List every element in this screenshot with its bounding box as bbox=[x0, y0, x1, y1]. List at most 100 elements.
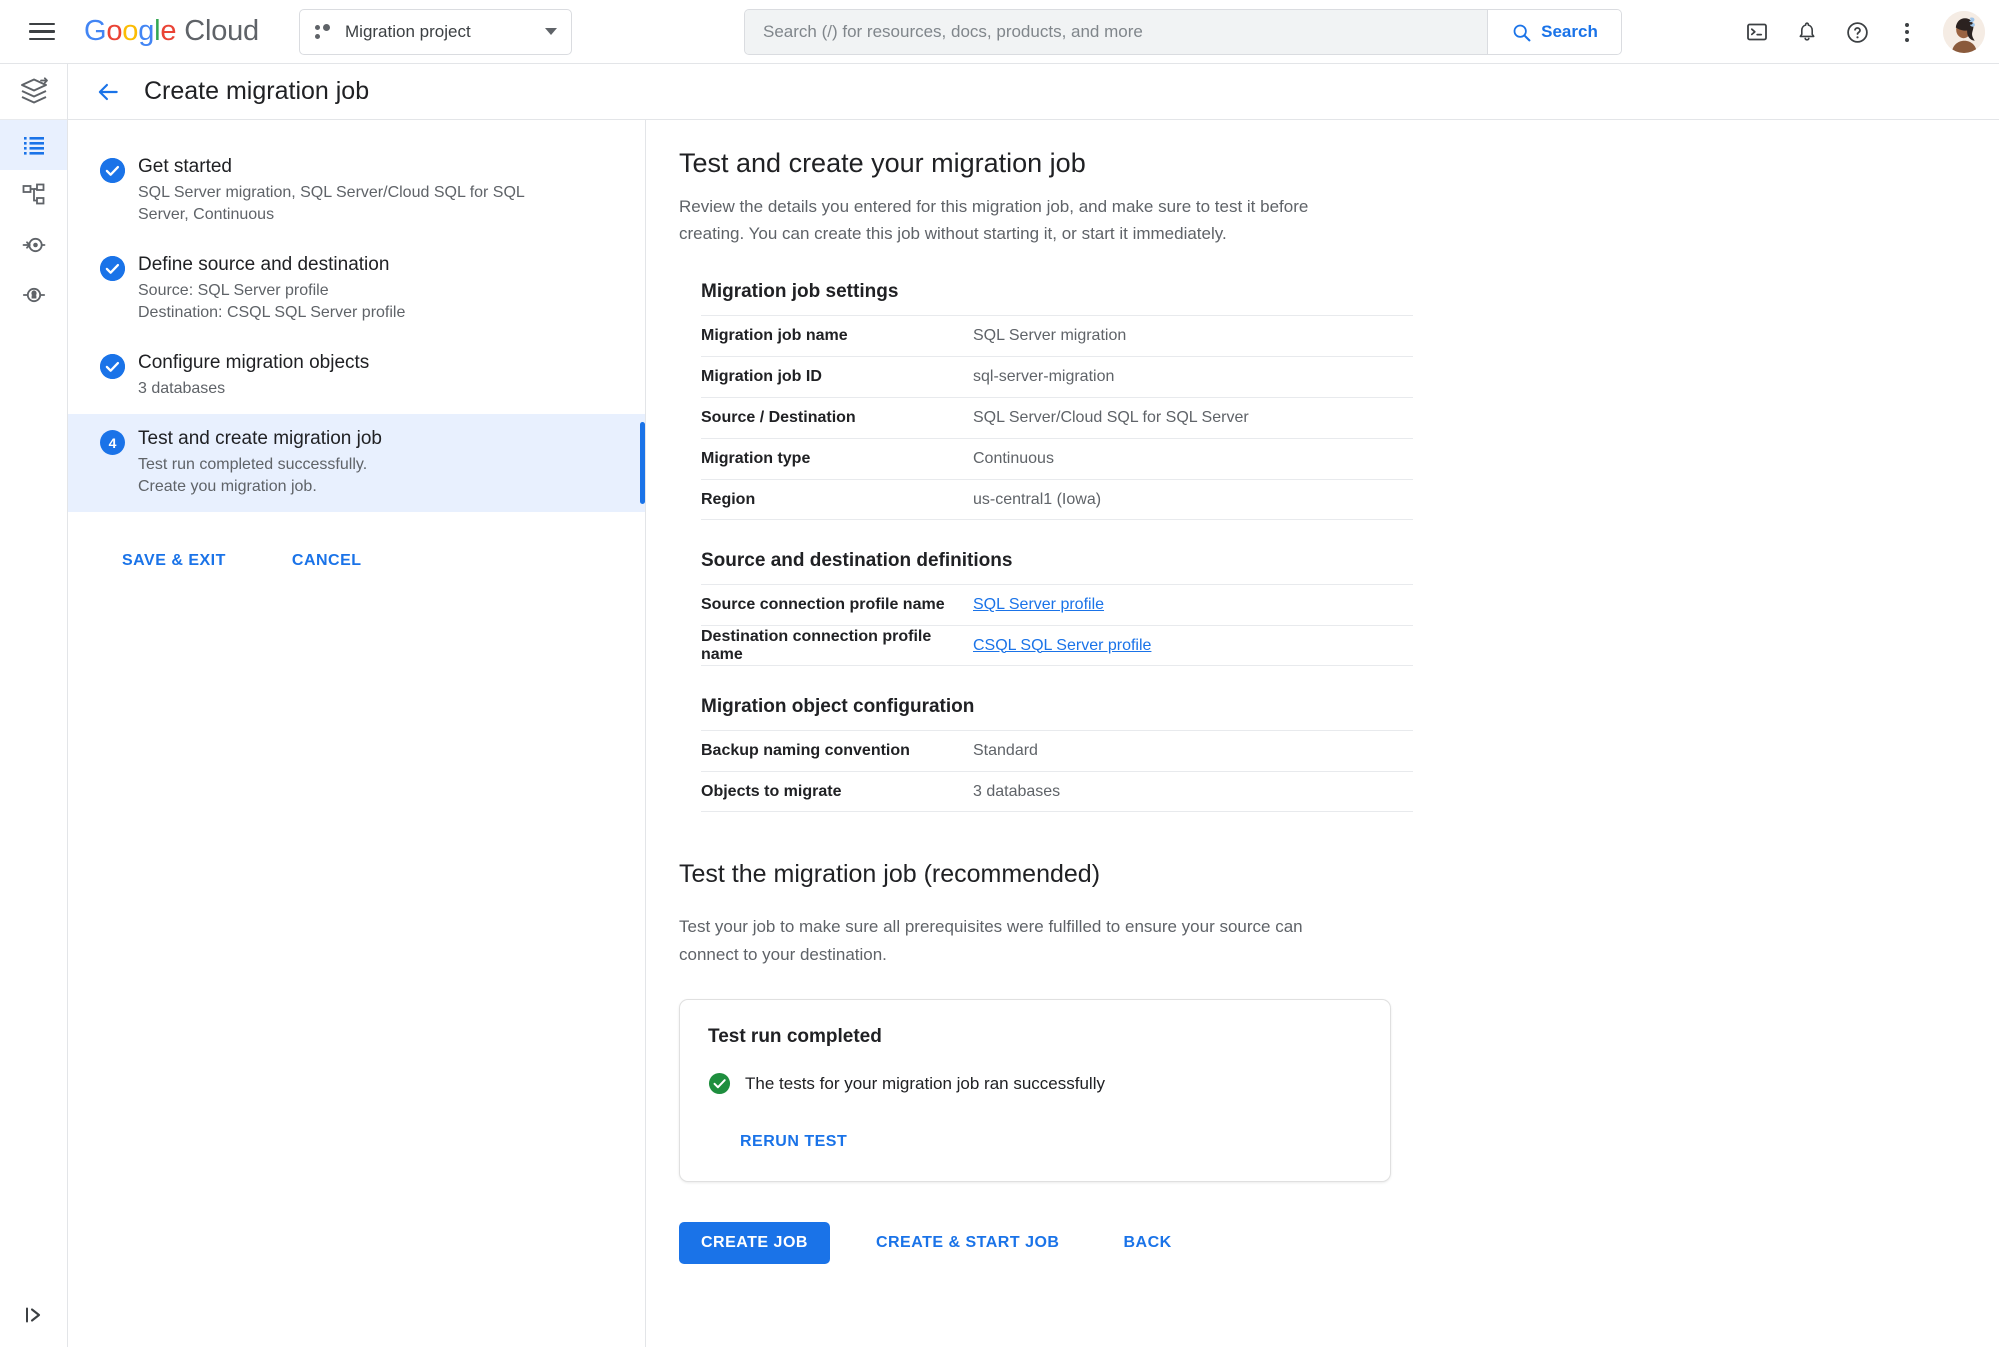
row-value: Standard bbox=[973, 742, 1038, 759]
more-options-button[interactable] bbox=[1885, 10, 1929, 54]
step-complete-check-icon bbox=[100, 158, 125, 183]
cloud-shell-button[interactable] bbox=[1735, 10, 1779, 54]
sidebar-item-connection-profiles[interactable] bbox=[0, 170, 67, 220]
section-source-destination-definitions: Source and destination definitions Sourc… bbox=[701, 550, 1413, 666]
wizard-step-define-source-destination[interactable]: Define source and destination Source: SQ… bbox=[68, 240, 645, 338]
row-key: Migration job name bbox=[701, 327, 848, 344]
row-key: Source / Destination bbox=[701, 409, 856, 426]
product-logo bbox=[0, 64, 67, 120]
row-key: Migration job ID bbox=[701, 368, 822, 385]
row-key: Destination connection profile name bbox=[701, 627, 932, 663]
cancel-button[interactable]: CANCEL bbox=[292, 552, 362, 570]
test-card-title: Test run completed bbox=[708, 1026, 882, 1047]
table-row: Migration type Continuous bbox=[701, 438, 1413, 479]
page-title: Create migration job bbox=[144, 77, 370, 105]
back-arrow-icon bbox=[98, 83, 118, 100]
project-icon bbox=[314, 22, 334, 42]
expand-nav-button[interactable] bbox=[0, 1293, 68, 1337]
database-migration-service-icon bbox=[20, 76, 48, 103]
row-key: Source connection profile name bbox=[701, 596, 945, 613]
row-value: us-central1 (Iowa) bbox=[973, 490, 1102, 508]
wizard-step-test-and-create[interactable]: 4 Test and create migration job Test run… bbox=[68, 414, 645, 512]
google-cloud-logo[interactable]: Google Cloud bbox=[84, 15, 259, 48]
step-complete-check-icon bbox=[100, 354, 125, 379]
save-and-exit-button[interactable]: SAVE & EXIT bbox=[122, 552, 226, 570]
connection-profiles-icon bbox=[22, 183, 44, 205]
row-key: Backup naming convention bbox=[701, 742, 910, 759]
menu-line bbox=[29, 22, 55, 26]
menu-line bbox=[29, 30, 55, 33]
step-title: Get started bbox=[138, 156, 232, 177]
rerun-test-button[interactable]: RERUN TEST bbox=[740, 1133, 847, 1151]
table-row: Objects to migrate 3 databases bbox=[701, 771, 1413, 812]
check-circle-icon bbox=[708, 1072, 731, 1095]
step-title: Define source and destination bbox=[138, 254, 390, 275]
back-button[interactable] bbox=[90, 74, 126, 110]
wizard-step-get-started[interactable]: Get started SQL Server migration, SQL Se… bbox=[68, 142, 645, 240]
chevron-down-icon bbox=[545, 28, 557, 35]
avatar-image bbox=[1943, 11, 1985, 53]
row-key: Region bbox=[701, 490, 756, 508]
step-complete-check-icon bbox=[100, 256, 125, 281]
product-nav-rail bbox=[0, 64, 68, 1347]
create-and-start-job-button[interactable]: CREATE & START JOB bbox=[854, 1222, 1082, 1264]
main-content: Test and create your migration job Revie… bbox=[646, 120, 1999, 1347]
table-row: Migration job ID sql-server-migration bbox=[701, 356, 1413, 397]
search-icon bbox=[1513, 24, 1531, 41]
sidebar-item-private-connectivity[interactable] bbox=[0, 220, 67, 270]
table-row: Source connection profile name SQL Serve… bbox=[701, 584, 1413, 625]
step-subtitle: 3 databases bbox=[138, 380, 226, 397]
create-job-button[interactable]: CREATE JOB bbox=[679, 1222, 830, 1264]
help-button[interactable] bbox=[1835, 10, 1879, 54]
table-row: Region us-central1 (Iowa) bbox=[701, 479, 1413, 520]
test-section-heading: Test the migration job (recommended) bbox=[679, 860, 1101, 888]
help-circle-icon bbox=[1846, 21, 1868, 43]
top-app-bar: Google Cloud Migration project Search bbox=[0, 0, 1999, 64]
section-migration-object-configuration: Migration object configuration Backup na… bbox=[701, 696, 1413, 812]
test-status-message: The tests for your migration job ran suc… bbox=[745, 1073, 1105, 1093]
step-subtitle: Test run completed successfully. Create … bbox=[138, 456, 368, 495]
search-button-label: Search bbox=[1541, 22, 1598, 41]
main-action-buttons: CREATE JOB CREATE & START JOB BACK bbox=[679, 1222, 1999, 1264]
notifications-bell-icon bbox=[1799, 22, 1815, 41]
private-connectivity-icon bbox=[22, 237, 45, 253]
menu-icon[interactable] bbox=[14, 0, 70, 64]
step-subtitle: SQL Server migration, SQL Server/Cloud S… bbox=[138, 184, 525, 223]
row-key: Objects to migrate bbox=[701, 782, 842, 800]
row-value: Continuous bbox=[973, 450, 1054, 467]
wizard-step-configure-migration-objects[interactable]: Configure migration objects 3 databases bbox=[68, 338, 645, 414]
section-title: Source and destination definitions bbox=[701, 550, 1013, 571]
table-row: Backup naming convention Standard bbox=[701, 730, 1413, 771]
search-bar[interactable]: Search bbox=[744, 9, 1622, 55]
menu-line bbox=[29, 37, 55, 41]
migration-jobs-list-icon bbox=[23, 137, 44, 155]
destination-connection-profile-link[interactable]: CSQL SQL Server profile bbox=[973, 637, 1151, 654]
conversion-workspace-icon bbox=[22, 287, 45, 303]
step-title: Test and create migration job bbox=[138, 428, 382, 449]
row-key: Migration type bbox=[701, 450, 811, 467]
wizard-panel-actions: SAVE & EXIT CANCEL bbox=[68, 552, 645, 570]
cloud-shell-icon bbox=[1747, 23, 1767, 41]
back-button-main[interactable]: BACK bbox=[1101, 1222, 1193, 1264]
rerun-test-wrapper: RERUN TEST bbox=[740, 1133, 1362, 1151]
wizard-step-panel: Get started SQL Server migration, SQL Se… bbox=[68, 120, 646, 1347]
row-value: SQL Server profile bbox=[973, 596, 1104, 614]
notifications-button[interactable] bbox=[1785, 10, 1829, 54]
search-input[interactable] bbox=[745, 10, 1487, 54]
search-button[interactable]: Search bbox=[1487, 10, 1621, 54]
section-title: Migration job settings bbox=[701, 281, 899, 302]
sidebar-item-conversion-workspaces[interactable] bbox=[0, 270, 67, 320]
top-bar-actions bbox=[1735, 0, 1985, 64]
row-value: 3 databases bbox=[973, 782, 1061, 800]
sidebar-item-migration-jobs[interactable] bbox=[0, 120, 67, 170]
table-row: Source / Destination SQL Server/Cloud SQ… bbox=[701, 397, 1413, 438]
source-connection-profile-link[interactable]: SQL Server profile bbox=[973, 596, 1104, 613]
avatar[interactable] bbox=[1943, 11, 1985, 53]
row-value: SQL Server/Cloud SQL for SQL Server bbox=[973, 409, 1249, 426]
step-subtitle: Source: SQL Server profile Destination: … bbox=[138, 282, 406, 321]
row-value: SQL Server migration bbox=[973, 327, 1127, 344]
row-value: CSQL SQL Server profile bbox=[973, 637, 1151, 655]
test-run-card: Test run completed The tests for your mi… bbox=[679, 999, 1391, 1182]
row-value: sql-server-migration bbox=[973, 368, 1115, 385]
project-picker[interactable]: Migration project bbox=[299, 8, 572, 55]
